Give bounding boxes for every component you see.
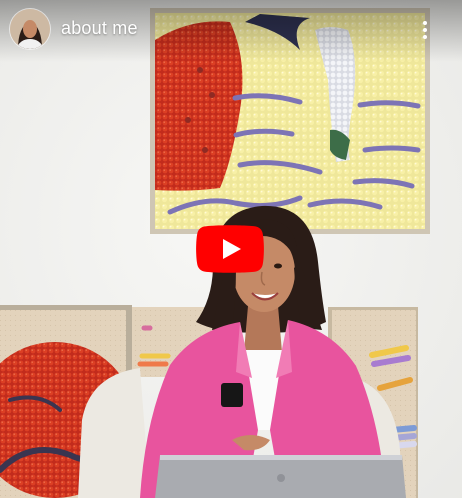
avatar-image [10,9,50,49]
play-button[interactable] [196,225,264,273]
channel-avatar[interactable] [10,9,50,49]
laptop [155,455,406,498]
lapel-mic [221,383,243,407]
more-dot [423,28,427,32]
video-title[interactable]: about me [61,18,138,39]
more-dot [423,35,427,39]
more-dot [423,21,427,25]
more-vertical-icon[interactable] [414,16,436,44]
video-player[interactable]: about me [0,0,462,498]
